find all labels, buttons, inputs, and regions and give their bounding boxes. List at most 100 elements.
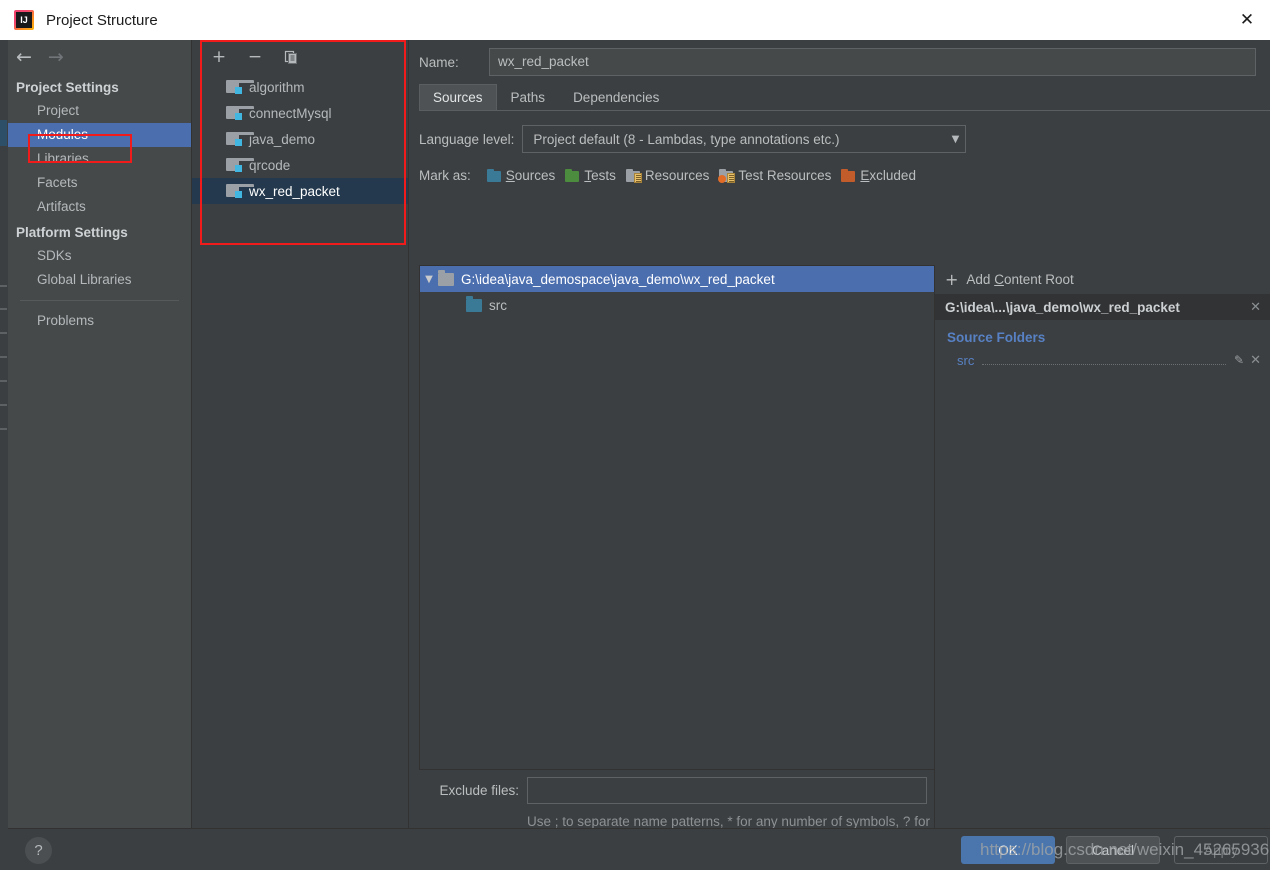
chevron-down-icon[interactable]: ▼ — [420, 274, 438, 285]
folder-icon — [438, 269, 454, 286]
module-label: connectMysql — [249, 105, 332, 121]
forward-arrow-icon[interactable]: → — [48, 47, 64, 67]
sidebar-item-problems[interactable]: Problems — [8, 309, 191, 333]
source-folder-icon — [466, 295, 482, 312]
exclude-files-row: Exclude files: — [419, 777, 927, 804]
tab-sources[interactable]: Sources — [419, 84, 497, 110]
sidebar-item-libraries[interactable]: Libraries — [8, 147, 191, 171]
source-folder-item[interactable]: src ✎ ✕ — [935, 349, 1270, 371]
language-level-value: Project default (8 - Lambdas, type annot… — [533, 131, 840, 147]
mark-as-tests-button[interactable]: Tests — [565, 168, 616, 183]
edit-icon[interactable]: ✎ — [1234, 353, 1244, 367]
add-content-root-label: Add Content Root — [966, 272, 1074, 287]
add-content-root-button[interactable]: + Add Content Root — [935, 265, 1270, 294]
back-arrow-icon[interactable]: ← — [16, 47, 32, 67]
sidebar-item-modules[interactable]: Modules — [8, 123, 191, 147]
content-root-detail-pane: + Add Content Root G:\idea\...\java_demo… — [934, 265, 1270, 828]
resources-folder-icon — [625, 168, 642, 183]
mark-as-test-resources-label: Test Resources — [738, 167, 832, 183]
exclude-files-input[interactable] — [527, 777, 927, 804]
mark-as-tests-label: Tests — [584, 167, 616, 183]
window-titlebar: Project Structure ✕ — [0, 0, 1270, 40]
intellij-logo-icon — [14, 10, 34, 30]
remove-content-root-icon[interactable]: ✕ — [1250, 300, 1261, 315]
tab-dependencies[interactable]: Dependencies — [559, 84, 673, 110]
project-structure-dialog: Project Structure ✕ ← → Project Settings… — [0, 0, 1270, 870]
copy-module-icon[interactable] — [281, 47, 301, 67]
modules-list-pane: + − algorithm connectMysql java_demo qrc… — [191, 40, 408, 828]
module-folder-icon — [226, 132, 254, 146]
tree-row-src[interactable]: src — [420, 292, 934, 318]
mark-as-row: Mark as: Sources Tests Resources Test Re… — [409, 160, 1270, 190]
module-editor-pane: Name: wx_red_packet Sources Paths Depend… — [408, 40, 1270, 849]
source-folders-title: Source Folders — [947, 330, 1046, 345]
dialog-body: ← → Project Settings Project Modules Lib… — [8, 40, 1270, 870]
module-folder-icon — [226, 158, 254, 172]
modules-toolbar: + − — [192, 40, 408, 74]
sidebar-item-project[interactable]: Project — [8, 99, 191, 123]
mark-as-label: Mark as: — [419, 167, 471, 183]
sidebar-item-artifacts[interactable]: Artifacts — [8, 195, 191, 219]
module-row-algorithm[interactable]: algorithm — [192, 74, 408, 100]
nav-group-platform-settings: Platform Settings — [16, 225, 128, 240]
mark-as-sources-button[interactable]: Sources — [486, 167, 556, 183]
cancel-button[interactable]: Cancel — [1066, 836, 1160, 864]
module-name-row: Name: wx_red_packet — [409, 40, 1270, 84]
dotted-leader — [982, 355, 1227, 365]
module-label: algorithm — [249, 79, 305, 95]
mark-as-excluded-label: Excluded — [860, 167, 916, 183]
add-module-icon[interactable]: + — [209, 47, 229, 67]
module-row-wx-red-packet[interactable]: wx_red_packet — [192, 178, 408, 204]
mark-as-resources-button[interactable]: Resources — [625, 167, 710, 183]
nav-group-project-settings: Project Settings — [16, 80, 119, 95]
content-root-path: G:\idea\...\java_demo\wx_red_packet — [945, 299, 1180, 315]
mark-as-excluded-button[interactable]: Excluded — [841, 168, 916, 183]
tree-row-label: G:\idea\java_demospace\java_demo\wx_red_… — [461, 271, 775, 287]
module-row-qrcode[interactable]: qrcode — [192, 152, 408, 178]
module-folder-icon — [226, 106, 254, 120]
name-label: Name: — [419, 54, 459, 70]
mark-as-test-resources-button[interactable]: Test Resources — [718, 167, 832, 183]
mark-as-resources-label: Resources — [644, 167, 710, 183]
sidebar-item-sdks[interactable]: SDKs — [8, 244, 191, 268]
tab-paths[interactable]: Paths — [497, 84, 560, 110]
content-roots-tree[interactable]: ▼ G:\idea\java_demospace\java_demo\wx_re… — [419, 265, 934, 770]
module-label: qrcode — [249, 157, 291, 173]
content-root-header: G:\idea\...\java_demo\wx_red_packet ✕ — [935, 294, 1270, 320]
language-level-row: Language level: Project default (8 - Lam… — [409, 118, 1270, 160]
nav-divider — [20, 300, 179, 301]
module-folder-icon — [226, 80, 254, 94]
module-folder-icon — [226, 184, 254, 198]
source-folder-label: src — [957, 352, 975, 368]
module-row-connectmysql[interactable]: connectMysql — [192, 100, 408, 126]
sidebar-item-facets[interactable]: Facets — [8, 171, 191, 195]
tree-row-label: src — [489, 297, 507, 313]
module-label: java_demo — [249, 131, 316, 147]
dialog-footer: ? OK Cancel Apply — [8, 828, 1270, 870]
ok-button[interactable]: OK — [961, 836, 1055, 864]
tree-row-content-root[interactable]: ▼ G:\idea\java_demospace\java_demo\wx_re… — [420, 266, 934, 292]
tests-folder-icon — [565, 168, 580, 182]
tabs-underline — [419, 110, 1270, 111]
window-title: Project Structure — [46, 11, 158, 29]
chevron-down-icon: ▼ — [951, 133, 960, 145]
sources-folder-icon — [486, 168, 502, 182]
apply-button[interactable]: Apply — [1174, 836, 1268, 864]
module-name-input[interactable]: wx_red_packet — [489, 48, 1256, 76]
module-tabs: Sources Paths Dependencies — [419, 84, 1270, 111]
language-level-label: Language level: — [419, 131, 515, 147]
sidebar-item-global-libraries[interactable]: Global Libraries — [8, 268, 191, 292]
excluded-folder-icon — [841, 168, 856, 182]
language-level-select[interactable]: Project default (8 - Lambdas, type annot… — [522, 125, 967, 153]
module-label: wx_red_packet — [249, 183, 340, 199]
plus-icon: + — [945, 269, 959, 289]
close-icon[interactable]: ✕ — [1224, 0, 1270, 40]
delete-icon[interactable]: ✕ — [1250, 353, 1261, 368]
nav-history-arrows: ← → — [8, 40, 191, 74]
settings-nav-pane: ← → Project Settings Project Modules Lib… — [8, 40, 191, 828]
mark-as-sources-label: Sources — [505, 167, 556, 183]
help-button[interactable]: ? — [25, 837, 52, 864]
remove-module-icon[interactable]: − — [245, 47, 265, 67]
background-ide-strip — [0, 40, 8, 830]
module-row-java-demo[interactable]: java_demo — [192, 126, 408, 152]
